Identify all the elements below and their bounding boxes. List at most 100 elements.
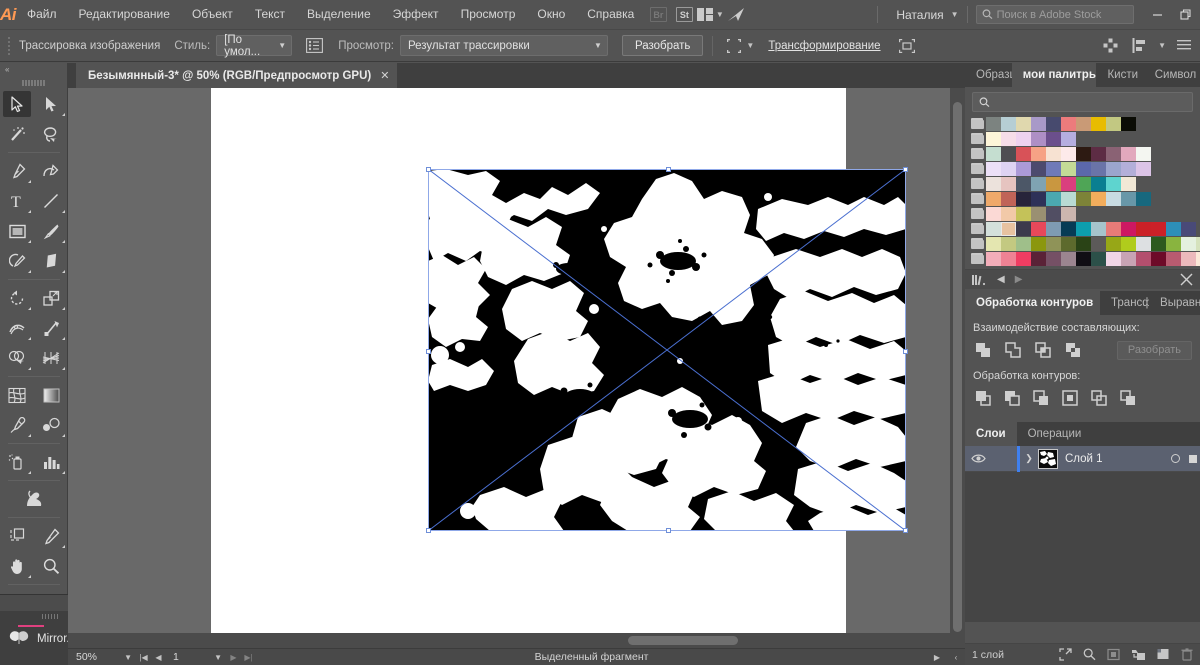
swatch[interactable] bbox=[1106, 236, 1121, 251]
swatch[interactable] bbox=[1061, 161, 1076, 176]
swatch-folder-icon[interactable] bbox=[970, 237, 985, 251]
swatch[interactable] bbox=[1136, 251, 1151, 266]
prev-artboard-button[interactable]: ◀ bbox=[151, 653, 166, 662]
document-tab[interactable]: Безымянный-3* @ 50% (RGB/Предпросмотр GP… bbox=[76, 63, 398, 88]
artboard-number-select[interactable]: 1 ▼ bbox=[166, 649, 226, 665]
swatch[interactable] bbox=[1046, 116, 1061, 131]
layer-expand-chevron-icon[interactable]: ❯ bbox=[1020, 453, 1038, 464]
tool-line-segment[interactable] bbox=[34, 186, 68, 216]
swatch[interactable] bbox=[1076, 191, 1091, 206]
tool-gradient[interactable] bbox=[34, 380, 68, 410]
swatch[interactable] bbox=[1196, 236, 1200, 251]
canvas-horizontal-scrollbar[interactable] bbox=[68, 633, 950, 648]
last-artboard-button[interactable]: ▶| bbox=[241, 653, 256, 662]
tool-slice[interactable] bbox=[34, 521, 68, 551]
swatch[interactable] bbox=[1136, 236, 1151, 251]
tool-eyedropper[interactable] bbox=[0, 410, 34, 440]
minus-back-icon[interactable] bbox=[1118, 388, 1138, 408]
swatch[interactable] bbox=[1061, 236, 1076, 251]
swatch[interactable] bbox=[1031, 176, 1046, 191]
swatch[interactable] bbox=[1046, 236, 1061, 251]
layers-list-body[interactable] bbox=[965, 472, 1200, 622]
stock-search-input[interactable]: Поиск в Adobe Stock bbox=[975, 5, 1134, 24]
swatch[interactable] bbox=[1061, 116, 1076, 131]
swatch[interactable] bbox=[1016, 116, 1031, 131]
canvas-vertical-scrollbar[interactable] bbox=[950, 88, 965, 648]
swatch[interactable] bbox=[1121, 161, 1136, 176]
tool-eraser[interactable] bbox=[34, 246, 68, 276]
swatch[interactable] bbox=[986, 161, 1001, 176]
swatch[interactable] bbox=[1076, 161, 1091, 176]
swatch[interactable] bbox=[1016, 221, 1031, 236]
swatch[interactable] bbox=[1091, 176, 1106, 191]
swatch[interactable] bbox=[1061, 206, 1076, 221]
swatch[interactable] bbox=[1001, 116, 1016, 131]
tool-mesh[interactable] bbox=[0, 380, 34, 410]
swatch[interactable] bbox=[1121, 221, 1136, 236]
swatch[interactable] bbox=[1121, 146, 1136, 161]
swatch[interactable] bbox=[1016, 251, 1031, 266]
swatch[interactable] bbox=[1076, 146, 1091, 161]
layer-row[interactable]: ❯ Слой 1 bbox=[965, 445, 1200, 472]
crop-icon[interactable] bbox=[1060, 388, 1080, 408]
unite-icon[interactable] bbox=[973, 340, 993, 360]
swatch[interactable] bbox=[1106, 161, 1121, 176]
tool-artboard[interactable] bbox=[0, 521, 34, 551]
zoom-level-select[interactable]: 50% ▼ bbox=[68, 648, 136, 665]
menu-window[interactable]: Окно bbox=[526, 0, 576, 29]
swatch[interactable] bbox=[1121, 191, 1136, 206]
swatch[interactable] bbox=[1061, 176, 1076, 191]
user-chevron-down-icon[interactable]: ▼ bbox=[951, 10, 959, 19]
tool-direct-selection[interactable] bbox=[34, 89, 68, 119]
swatch[interactable] bbox=[1046, 206, 1061, 221]
tool-zoom[interactable] bbox=[34, 551, 68, 581]
tool-puppet-warp[interactable] bbox=[0, 484, 68, 514]
layer-visibility-icon[interactable] bbox=[965, 453, 991, 464]
swatch[interactable] bbox=[1121, 236, 1136, 251]
menu-file[interactable]: Файл bbox=[16, 0, 68, 29]
swatch-folder-icon[interactable] bbox=[970, 117, 985, 131]
swatch[interactable] bbox=[1031, 116, 1046, 131]
swatch[interactable] bbox=[1001, 251, 1016, 266]
swatch[interactable] bbox=[1106, 176, 1121, 191]
menu-edit[interactable]: Редактирование bbox=[68, 0, 181, 29]
divide-icon[interactable] bbox=[973, 388, 993, 408]
swatch[interactable] bbox=[1091, 161, 1106, 176]
align-chevron-down-icon[interactable]: ▼ bbox=[1158, 41, 1166, 50]
swatches-options-icon[interactable] bbox=[1180, 273, 1193, 286]
swatch[interactable] bbox=[1091, 221, 1106, 236]
preview-select[interactable]: Результат трассировки ▼ bbox=[399, 35, 608, 56]
new-layer-icon[interactable] bbox=[1157, 648, 1170, 661]
swatch[interactable] bbox=[1031, 131, 1046, 146]
swatch[interactable] bbox=[1091, 236, 1106, 251]
swatch[interactable] bbox=[1001, 161, 1016, 176]
layer-select-indicator[interactable] bbox=[1186, 454, 1200, 463]
swatch-folder-icon[interactable] bbox=[970, 192, 985, 206]
swatch[interactable] bbox=[1031, 161, 1046, 176]
swatch[interactable] bbox=[1046, 251, 1061, 266]
tool-paintbrush[interactable] bbox=[34, 216, 68, 246]
first-artboard-button[interactable]: |◀ bbox=[136, 653, 151, 662]
tracing-panel-button[interactable] bbox=[302, 35, 326, 57]
next-icon[interactable]: ▶ bbox=[1015, 274, 1023, 285]
layer-target-button[interactable] bbox=[1164, 454, 1186, 463]
swatch[interactable] bbox=[986, 131, 1001, 146]
tool-curvature[interactable] bbox=[34, 156, 68, 186]
transform-link[interactable]: Трансформирование bbox=[768, 40, 880, 52]
swatch[interactable] bbox=[1076, 116, 1091, 131]
menu-effect[interactable]: Эффект bbox=[382, 0, 450, 29]
menu-text[interactable]: Текст bbox=[244, 0, 296, 29]
tab-swatches[interactable]: Образцы bbox=[965, 63, 1012, 87]
tab-brushes[interactable]: Кисти bbox=[1096, 63, 1143, 87]
swatch[interactable] bbox=[1016, 146, 1031, 161]
swatch[interactable] bbox=[1106, 251, 1121, 266]
traced-flower-artwork[interactable] bbox=[428, 169, 906, 531]
canvas-vertical-scroll-thumb[interactable] bbox=[953, 102, 962, 632]
swatch[interactable] bbox=[1076, 176, 1091, 191]
swatch[interactable] bbox=[1001, 146, 1016, 161]
swatch[interactable] bbox=[986, 146, 1001, 161]
tool-rectangle[interactable] bbox=[0, 216, 34, 246]
swatch[interactable] bbox=[1151, 221, 1166, 236]
canvas-area[interactable] bbox=[68, 88, 965, 648]
swatch-folder-icon[interactable] bbox=[970, 132, 985, 146]
